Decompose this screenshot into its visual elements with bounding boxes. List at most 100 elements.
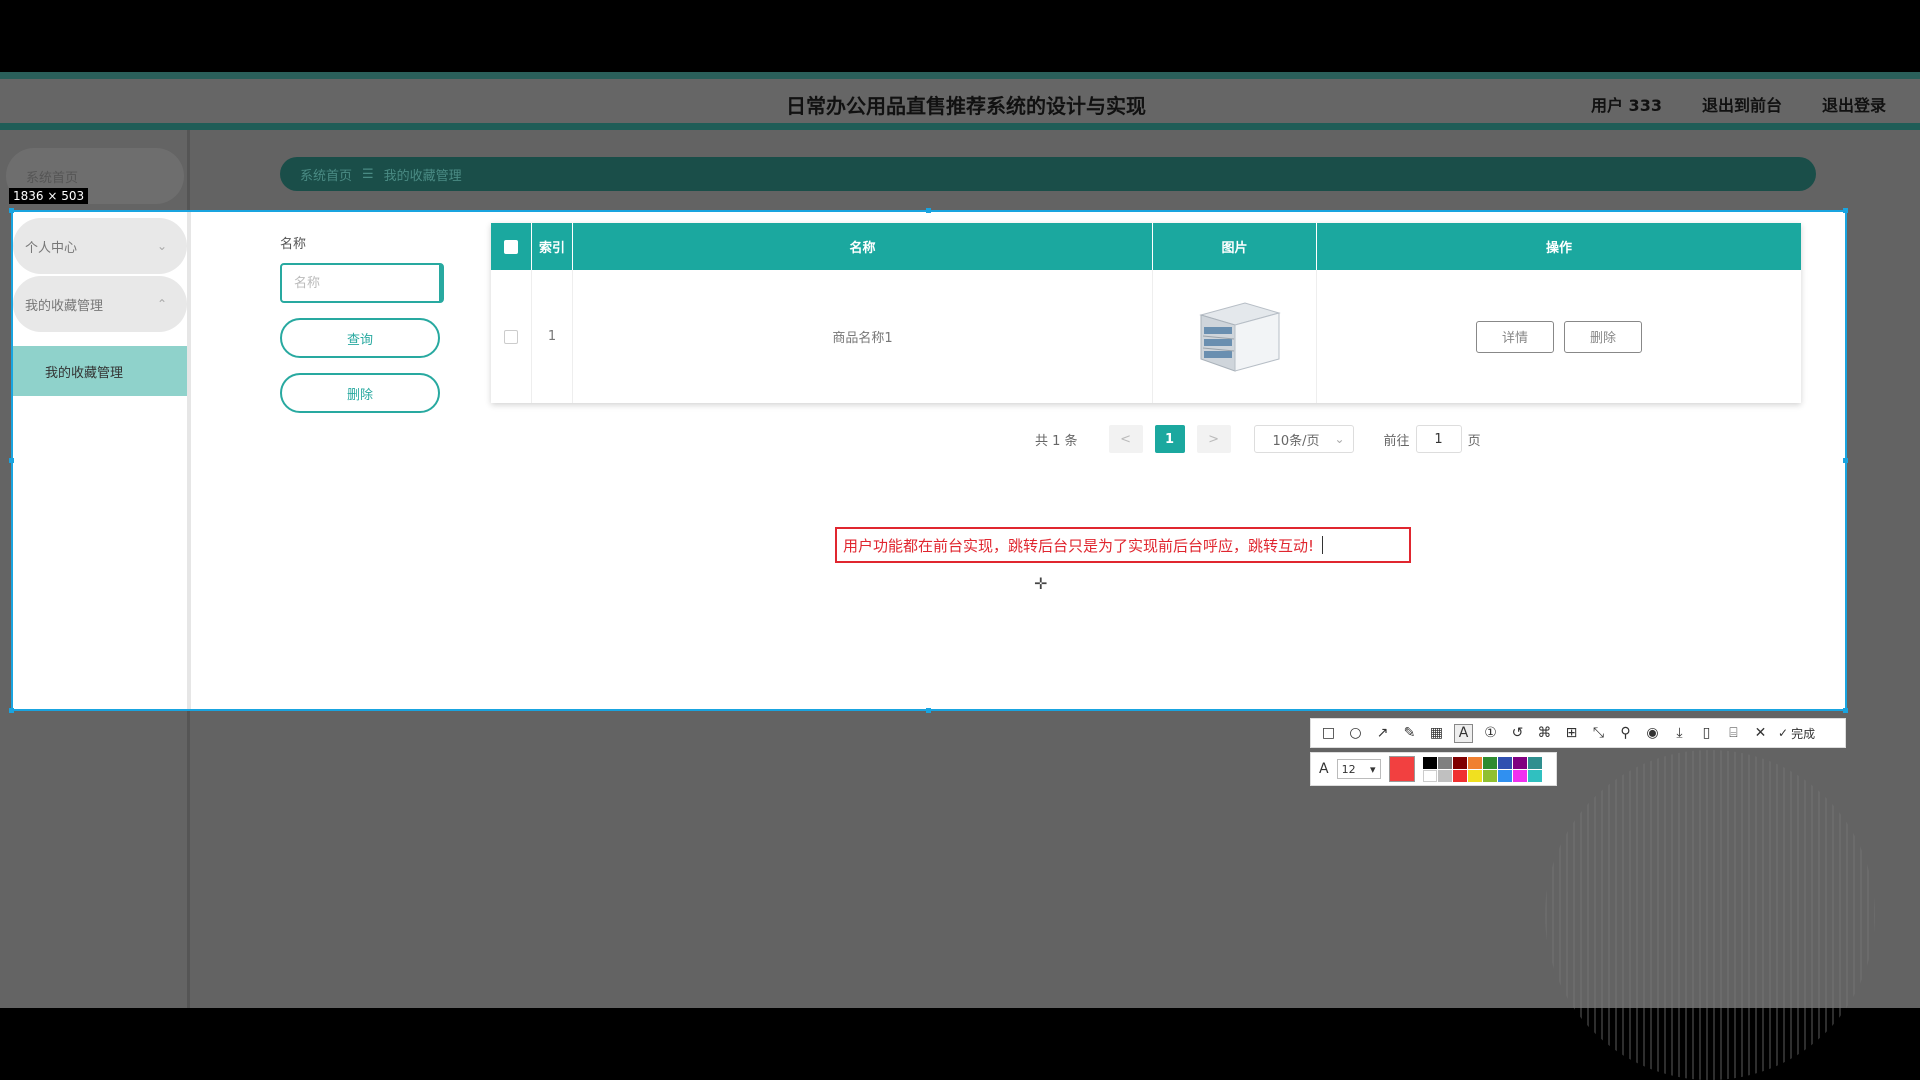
decorative-hatch-circle (1545, 750, 1875, 1080)
checkmark-icon: ✓ (1778, 726, 1789, 740)
breadcrumb-home[interactable]: 系统首页 (300, 165, 352, 184)
sidebar-item-label: 个人中心 (25, 240, 78, 256)
ellipse-icon[interactable]: ○ (1346, 724, 1365, 743)
page-size-select[interactable]: 10条/页 ⌄ (1253, 425, 1354, 453)
filter-name-label: 名称 (280, 237, 307, 252)
pen-icon[interactable]: ✎ (1400, 724, 1419, 743)
translate-icon[interactable]: ⊞ (1562, 724, 1581, 743)
header-links: 用户 333 退出到前台 退出登录 (1591, 92, 1886, 116)
column-header-index: 索引 (532, 223, 573, 270)
pagination-total: 共 1 条 (1035, 433, 1078, 449)
resize-handle-bottom-right[interactable] (1843, 708, 1848, 713)
text-annotation-box[interactable]: 用户功能都在前台实现，跳转后台只是为了实现前后台呼应，跳转互动! (835, 527, 1411, 563)
download-icon[interactable]: ⤓ (1670, 724, 1689, 743)
select-all-checkbox[interactable] (504, 239, 518, 254)
color-swatch[interactable] (1437, 756, 1452, 769)
done-label: 完成 (1791, 726, 1816, 741)
product-image-file-cabinet (1198, 301, 1281, 372)
color-palette (1422, 756, 1542, 782)
arrow-icon[interactable]: ↗ (1373, 724, 1392, 743)
capture-size-label: 1836 × 503 (9, 188, 89, 204)
undo-icon[interactable]: ↺ (1508, 724, 1527, 743)
color-swatch[interactable] (1437, 769, 1452, 782)
color-swatch[interactable] (1467, 769, 1482, 782)
color-swatch[interactable] (1482, 769, 1497, 782)
sidebar-subitem-favorites[interactable]: 我的收藏管理 (13, 346, 187, 396)
resize-handle-bottom[interactable] (926, 708, 931, 713)
sidebar-item-favorites[interactable]: 我的收藏管理 ⌃ (13, 276, 187, 332)
chevron-up-icon: ⌃ (156, 297, 167, 311)
pagination: 共 1 条 < 1 > 10条/页 ⌄ 前往 页 (1035, 425, 1481, 453)
done-button[interactable]: ✓ 完成 (1778, 725, 1815, 742)
color-swatch[interactable] (1512, 756, 1527, 769)
row-actions-cell: 详情 删除 (1317, 270, 1801, 403)
color-swatch[interactable] (1482, 756, 1497, 769)
color-swatch[interactable] (1422, 769, 1437, 782)
query-button[interactable]: 查询 (280, 318, 440, 358)
color-swatch[interactable] (1527, 756, 1542, 769)
goto-label: 前往 (1383, 433, 1410, 449)
crosshair-cursor-icon: ✛ (1034, 574, 1048, 593)
user-name-link[interactable]: 用户 333 (1591, 92, 1662, 116)
resize-handle-top-left[interactable] (9, 208, 14, 213)
breadcrumb: 系统首页 ☰ 我的收藏管理 (280, 157, 1816, 191)
back-to-front-link[interactable]: 退出到前台 (1702, 92, 1782, 116)
copy-icon[interactable]: ▯ (1697, 724, 1716, 743)
favorites-table: 索引 名称 图片 操作 1 商品名称1 详情 删除 (491, 223, 1801, 403)
details-button[interactable]: 详情 (1476, 320, 1554, 353)
logout-link[interactable]: 退出登录 (1822, 92, 1886, 116)
delete-row-button[interactable]: 删除 (1564, 320, 1642, 353)
font-size-select[interactable]: 12 ▾ (1336, 759, 1381, 779)
current-page-button[interactable]: 1 (1154, 425, 1185, 453)
row-checkbox[interactable] (504, 329, 518, 344)
batch-delete-button[interactable]: 删除 (280, 373, 440, 413)
capture-region[interactable]: 个人中心 ⌄ 我的收藏管理 ⌃ 我的收藏管理 名称 查询 删除 索引 名称 图片… (11, 210, 1847, 711)
chevron-down-icon: ⌄ (1334, 432, 1345, 446)
color-swatch[interactable] (1422, 756, 1437, 769)
text-style-toolbar: A 12 ▾ (1310, 752, 1557, 786)
capture-toolbar: □ ○ ↗ ✎ ▦ A ① ↺ ⌘ ⊞ ⤡ ⚲ ◉ ⤓ ▯ ⌸ ✕ ✓ 完成 (1310, 718, 1846, 748)
name-search-input[interactable] (280, 263, 444, 303)
header-bottom-bar (0, 123, 1920, 130)
color-swatch[interactable] (1452, 756, 1467, 769)
long-capture-icon[interactable]: ⤡ (1589, 724, 1608, 743)
mosaic-icon[interactable]: ▦ (1427, 724, 1446, 743)
resize-handle-bottom-left[interactable] (9, 708, 14, 713)
number-marker-icon[interactable]: ① (1481, 724, 1500, 743)
select-all-cell (491, 223, 532, 270)
pin-icon[interactable]: ⚲ (1616, 724, 1635, 743)
ocr-icon[interactable]: ⌘ (1535, 724, 1554, 743)
text-caret (1322, 536, 1324, 554)
next-page-button[interactable]: > (1196, 425, 1231, 453)
sidebar-item-personal-center[interactable]: 个人中心 ⌄ (13, 218, 187, 274)
row-select-cell (491, 270, 532, 403)
color-swatch[interactable] (1497, 769, 1512, 782)
prev-page-button[interactable]: < (1108, 425, 1143, 453)
sidebar: 个人中心 ⌄ 我的收藏管理 ⌃ 我的收藏管理 (13, 212, 191, 709)
resize-handle-top-right[interactable] (1843, 208, 1848, 213)
bookmark-icon[interactable]: ⌸ (1724, 724, 1743, 743)
dropdown-arrow-icon: ▾ (1370, 762, 1376, 776)
row-name: 商品名称1 (573, 270, 1153, 403)
sidebar-item-label: 我的收藏管理 (25, 298, 104, 314)
page-size-value: 10条/页 (1272, 433, 1320, 449)
font-icon: A (1319, 761, 1329, 777)
rectangle-icon[interactable]: □ (1319, 724, 1338, 743)
close-icon[interactable]: ✕ (1751, 724, 1770, 743)
top-accent-bar (0, 72, 1920, 79)
chevron-down-icon: ⌄ (156, 239, 167, 253)
color-swatch[interactable] (1497, 756, 1512, 769)
resize-handle-top[interactable] (926, 208, 931, 213)
color-swatch[interactable] (1527, 769, 1542, 782)
record-icon[interactable]: ◉ (1643, 724, 1662, 743)
current-color-swatch[interactable] (1388, 756, 1415, 782)
resize-handle-left[interactable] (9, 458, 14, 463)
color-swatch[interactable] (1467, 756, 1482, 769)
text-tool-icon[interactable]: A (1454, 723, 1473, 743)
color-swatch[interactable] (1512, 769, 1527, 782)
goto-page-input[interactable] (1415, 425, 1462, 453)
breadcrumb-separator: ☰ (362, 166, 374, 182)
table-header: 索引 名称 图片 操作 (491, 223, 1801, 270)
color-swatch[interactable] (1452, 769, 1467, 782)
resize-handle-right[interactable] (1843, 458, 1848, 463)
